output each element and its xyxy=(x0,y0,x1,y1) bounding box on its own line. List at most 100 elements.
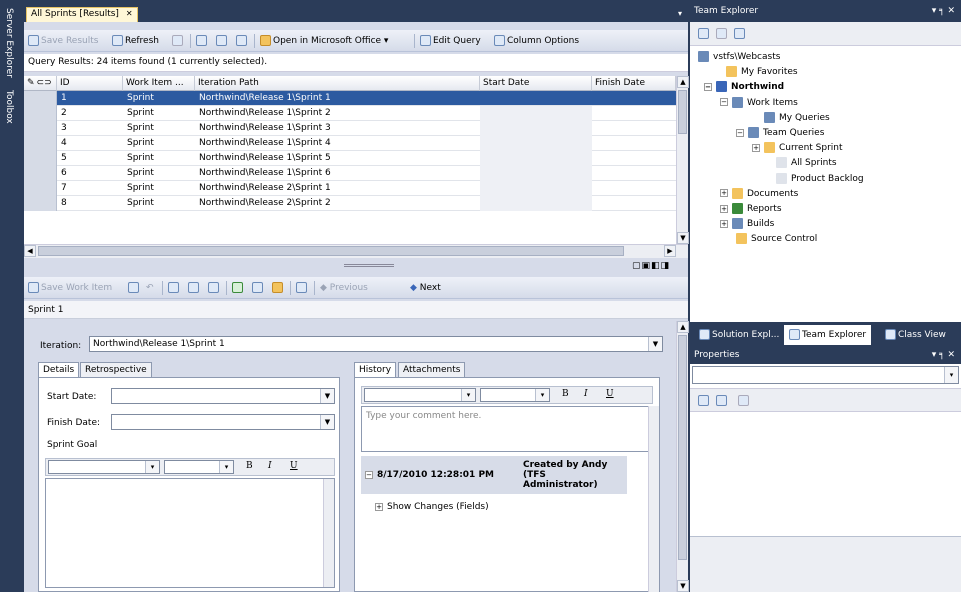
row-header[interactable] xyxy=(24,181,57,196)
tab-details[interactable]: Details xyxy=(38,362,80,378)
expand-icon[interactable]: + xyxy=(720,189,728,198)
tree-node-my-favorites[interactable]: My Favorites xyxy=(726,65,798,80)
previous-button[interactable]: ◆ Previous xyxy=(320,280,368,296)
refresh-icon[interactable] xyxy=(734,28,745,39)
row-header[interactable] xyxy=(24,106,57,121)
tab-history[interactable]: History xyxy=(354,362,397,378)
row-header[interactable] xyxy=(24,91,57,106)
office-icon[interactable] xyxy=(272,280,285,296)
chevron-down-icon[interactable]: ▼ xyxy=(648,337,662,351)
italic-button[interactable]: I xyxy=(268,461,272,471)
scroll-thumb[interactable] xyxy=(678,335,687,560)
scroll-up-icon[interactable]: ▲ xyxy=(677,76,689,88)
row-header[interactable] xyxy=(24,196,57,211)
table-row[interactable]: 2 Sprint Northwind\Release 1\Sprint 2 xyxy=(24,106,676,121)
tab-team-explorer[interactable]: Team Explorer xyxy=(784,325,872,345)
tree-node-reports[interactable]: + Reports xyxy=(720,202,782,217)
tree-node-builds[interactable]: + Builds xyxy=(720,217,774,232)
tree-node-my-queries[interactable]: My Queries xyxy=(764,111,830,126)
table-row[interactable]: 7 Sprint Northwind\Release 2\Sprint 1 xyxy=(24,181,676,196)
tab-overflow-icon[interactable]: ▾ xyxy=(678,9,682,18)
scroll-thumb[interactable] xyxy=(678,90,687,134)
font-select[interactable]: ▾ xyxy=(364,388,476,402)
collapse-icon[interactable]: − xyxy=(365,471,373,479)
underline-button[interactable]: U xyxy=(290,461,298,471)
expand-icon[interactable]: + xyxy=(720,219,728,228)
editor-scrollbar[interactable] xyxy=(323,479,334,587)
history-scrollbar[interactable] xyxy=(648,406,659,592)
scroll-down-icon[interactable]: ▼ xyxy=(677,232,689,244)
show-changes-toggle[interactable]: + Show Changes (Fields) xyxy=(375,502,489,512)
refresh-button[interactable]: Refresh xyxy=(112,33,159,49)
row-header[interactable] xyxy=(24,151,57,166)
underline-button[interactable]: U xyxy=(606,389,614,399)
tree-node-current-sprint[interactable]: + Current Sprint xyxy=(752,141,843,156)
copy-icon[interactable] xyxy=(188,280,201,296)
tree-node-work-items[interactable]: − Work Items xyxy=(720,96,798,111)
tree-node-server[interactable]: vstfs\Webcasts xyxy=(698,50,780,65)
history-entry-header[interactable]: − 8/17/2010 12:28:01 PM Created by Andy … xyxy=(361,456,627,494)
link-view-icon[interactable] xyxy=(172,33,185,49)
row-header[interactable] xyxy=(24,121,57,136)
properties-object-select[interactable]: ▾ xyxy=(692,366,959,384)
size-select[interactable]: ▾ xyxy=(164,460,234,474)
email-icon[interactable] xyxy=(252,280,265,296)
copy-icon[interactable] xyxy=(236,33,249,49)
tree-node-all-sprints[interactable]: All Sprints xyxy=(776,156,837,171)
scroll-left-icon[interactable]: ◀ xyxy=(24,245,36,257)
table-row[interactable]: 1 Sprint Northwind\Release 1\Sprint 1 xyxy=(24,91,676,106)
alphabetical-icon[interactable] xyxy=(716,395,727,406)
server-explorer-tab[interactable]: Server Explorer xyxy=(4,8,14,78)
table-row[interactable]: 4 Sprint Northwind\Release 1\Sprint 4 xyxy=(24,136,676,151)
font-select[interactable]: ▾ xyxy=(48,460,160,474)
save-results-button[interactable]: Save Results xyxy=(28,33,98,49)
new-linked-item-icon[interactable] xyxy=(168,280,181,296)
hscroll-thumb[interactable] xyxy=(38,246,624,256)
sprint-goal-editor[interactable] xyxy=(45,478,335,588)
chevron-down-icon[interactable]: ▼ xyxy=(320,389,334,403)
iteration-field[interactable]: Northwind\Release 1\Sprint 1 ▼ xyxy=(89,336,663,352)
stop-icon[interactable] xyxy=(716,28,727,39)
tab-retrospective[interactable]: Retrospective xyxy=(80,362,152,378)
expand-icon[interactable]: + xyxy=(752,143,760,152)
scroll-down-icon[interactable]: ▼ xyxy=(677,580,689,592)
italic-button[interactable]: I xyxy=(584,389,588,399)
link-icon[interactable] xyxy=(216,33,229,49)
column-options-button[interactable]: Column Options xyxy=(494,33,579,49)
undo-icon[interactable]: ↶ xyxy=(146,280,154,296)
pane-splitter[interactable]: ▢▣◧◨ xyxy=(24,258,688,274)
save-work-item-button[interactable]: Save Work Item xyxy=(28,280,112,296)
scroll-up-icon[interactable]: ▲ xyxy=(677,321,689,333)
edit-query-button[interactable]: Edit Query xyxy=(420,33,481,49)
tree-node-northwind[interactable]: − Northwind xyxy=(704,80,784,95)
document-tab-all-sprints[interactable]: All Sprints [Results] ✕ xyxy=(26,7,138,22)
grid-vertical-scrollbar[interactable]: ▲ ▼ xyxy=(676,76,689,244)
tree-node-documents[interactable]: + Documents xyxy=(720,187,798,202)
add-project-icon[interactable] xyxy=(698,28,709,39)
table-row[interactable]: 8 Sprint Northwind\Release 2\Sprint 2 xyxy=(24,196,676,211)
column-header-finish-date[interactable]: Finish Date xyxy=(592,76,676,91)
new-linked-item-icon[interactable] xyxy=(196,33,209,49)
tab-attachments[interactable]: Attachments xyxy=(398,362,466,378)
image-icon[interactable] xyxy=(232,280,245,296)
chevron-down-icon[interactable]: ▼ xyxy=(320,415,334,429)
tree-node-product-backlog[interactable]: Product Backlog xyxy=(776,172,864,187)
comment-input[interactable]: Type your comment here. xyxy=(361,406,653,452)
table-row[interactable]: 6 Sprint Northwind\Release 1\Sprint 6 xyxy=(24,166,676,181)
open-in-office-button[interactable]: Open in Microsoft Office ▾ xyxy=(260,33,388,49)
collapse-icon[interactable]: − xyxy=(720,98,728,107)
column-header-work-item-type[interactable]: Work Item ... xyxy=(123,76,195,91)
panel-controls-icon[interactable]: ▾ ╕ ✕ xyxy=(932,0,955,22)
next-button[interactable]: ◆ Next xyxy=(410,280,441,296)
collapse-icon[interactable]: − xyxy=(704,82,712,91)
tree-node-team-queries[interactable]: − Team Queries xyxy=(736,126,824,141)
refresh-icon[interactable] xyxy=(128,280,141,296)
close-icon[interactable]: ✕ xyxy=(126,9,133,18)
collapse-icon[interactable]: − xyxy=(736,128,744,137)
tree-node-source-control[interactable]: Source Control xyxy=(736,232,817,247)
scroll-right-icon[interactable]: ▶ xyxy=(664,245,676,257)
column-header-iteration-path[interactable]: Iteration Path xyxy=(195,76,480,91)
expand-icon[interactable]: + xyxy=(720,204,728,213)
property-pages-icon[interactable] xyxy=(738,395,749,406)
row-header[interactable] xyxy=(24,136,57,151)
